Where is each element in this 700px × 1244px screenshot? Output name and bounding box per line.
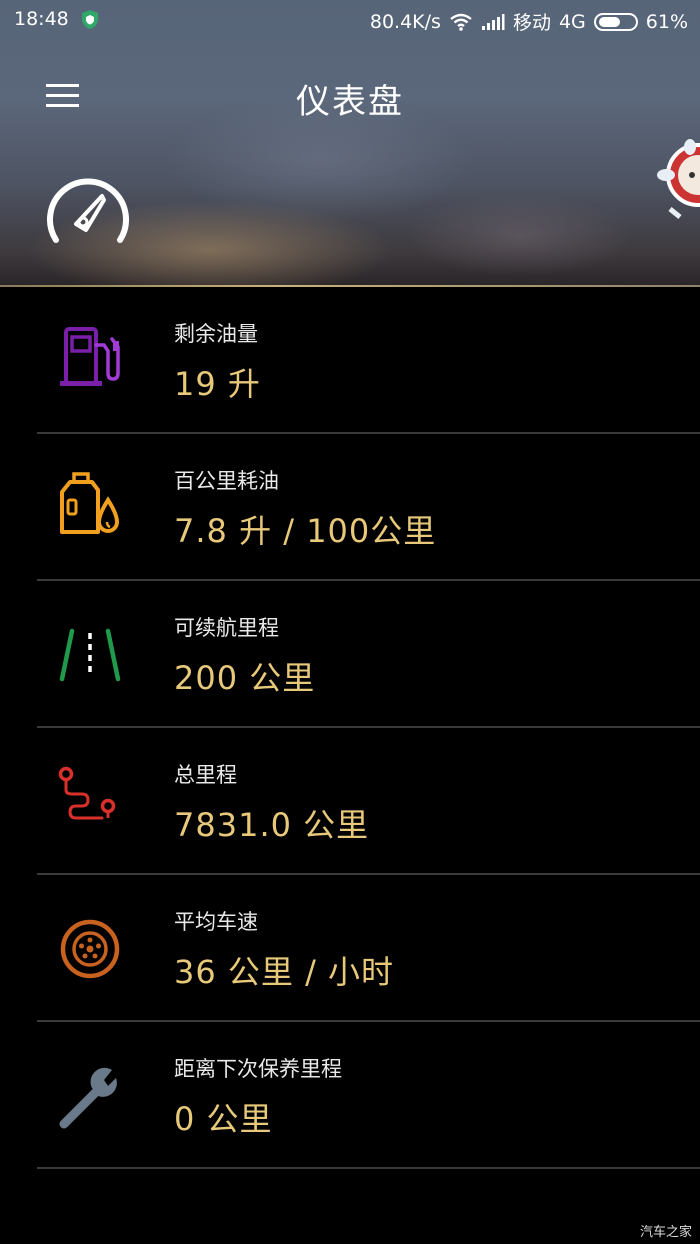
signal-icon — [481, 13, 505, 30]
item-label: 百公里耗油 — [174, 469, 279, 493]
item-label: 总里程 — [174, 763, 237, 787]
mascot-icon[interactable] — [650, 125, 700, 220]
carrier-name: 移动 — [512, 12, 551, 34]
item-label: 平均车速 — [174, 910, 258, 934]
battery-level — [598, 16, 620, 27]
status-time: 18:48 — [14, 8, 69, 30]
item-value: 7.8 升 / 100公里 — [174, 512, 437, 550]
item-value: 200 公里 — [174, 659, 316, 697]
item-label: 剩余油量 — [174, 322, 258, 346]
wifi-icon — [450, 13, 472, 31]
fuel-pump-icon — [60, 327, 120, 386]
item-value: 36 公里 / 小时 — [174, 953, 395, 991]
network-type: 4G — [558, 10, 586, 33]
item-label: 可续航里程 — [174, 616, 279, 640]
list-item-range[interactable]: 可续航里程 200 公里 — [0, 581, 700, 728]
item-label: 距离下次保养里程 — [174, 1057, 342, 1081]
battery-icon — [593, 12, 638, 31]
speedometer-icon — [47, 178, 129, 243]
wrench-icon — [59, 1067, 117, 1129]
item-value: 0 公里 — [174, 1100, 273, 1138]
security-shield-icon — [82, 10, 98, 29]
page-title: 仪表盘 — [296, 82, 404, 122]
list-item-fuel-consumption[interactable]: 百公里耗油 7.8 升 / 100公里 — [0, 434, 700, 581]
route-icon — [58, 766, 116, 820]
list-item-total-mileage[interactable]: 总里程 7831.0 公里 — [0, 728, 700, 875]
row-divider — [37, 1167, 700, 1169]
dashboard-list: 剩余油量 19 升 百公里耗油 7.8 升 / 100公里 可续航里程 200 … — [0, 287, 700, 1169]
watermark: 汽车之家 — [639, 1225, 692, 1240]
status-bar: 18:48 80.4K/s 移动 4G 61% — [0, 0, 700, 40]
list-item-average-speed[interactable]: 平均车速 36 公里 / 小时 — [0, 875, 700, 1022]
list-item-fuel-remaining[interactable]: 剩余油量 19 升 — [0, 287, 700, 434]
wheel-icon — [60, 919, 120, 979]
list-item-maintenance[interactable]: 距离下次保养里程 0 公里 — [0, 1022, 700, 1169]
status-right: 80.4K/s 移动 4G 61% — [370, 8, 688, 35]
oil-can-icon — [60, 472, 120, 534]
battery-percent: 61% — [645, 10, 688, 33]
dashboard-header: 18:48 80.4K/s 移动 4G 61% 仪表盘 — [0, 0, 700, 286]
item-value: 7831.0 公里 — [174, 806, 370, 844]
road-icon — [59, 628, 121, 682]
item-value: 19 升 — [174, 365, 261, 403]
net-speed: 80.4K/s — [369, 10, 441, 33]
